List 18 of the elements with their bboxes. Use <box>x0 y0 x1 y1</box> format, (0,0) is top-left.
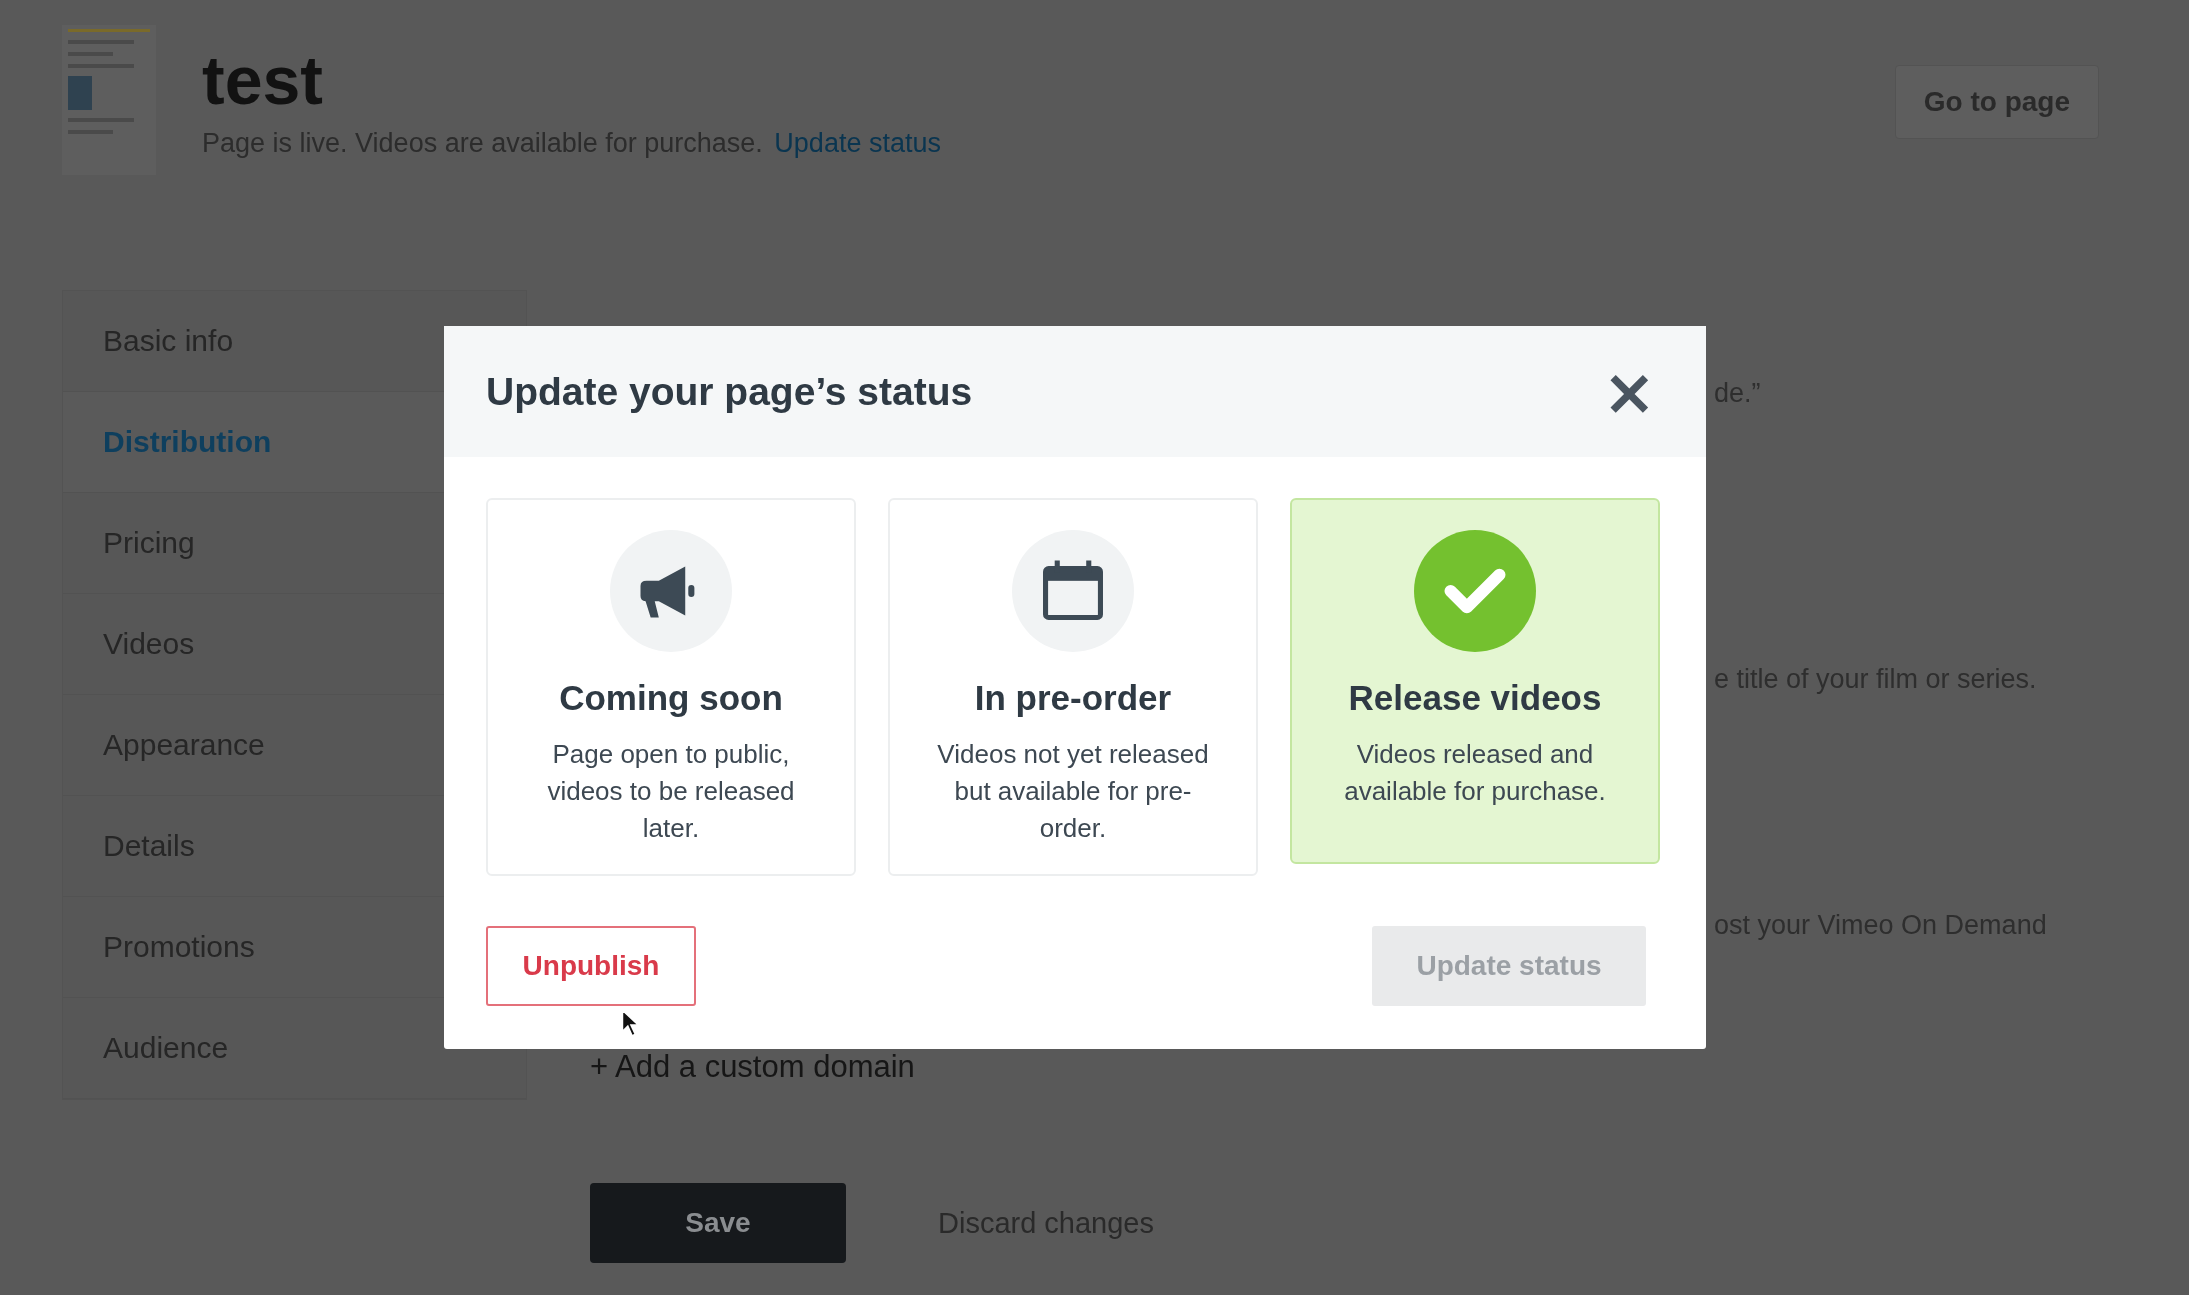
calendar-icon <box>1012 530 1134 652</box>
option-description: Page open to public, videos to be released later. <box>546 738 796 845</box>
add-custom-domain-link[interactable]: + Add a custom domain <box>590 1049 2189 1085</box>
option-description: Videos released and available for purchase. <box>1343 738 1607 808</box>
option-description: Videos not yet released but available for pre-order. <box>936 738 1210 845</box>
option-title: Release videos <box>1348 678 1602 718</box>
megaphone-icon <box>610 530 732 652</box>
status-option-card[interactable]: Coming soon Page open to public, videos to be released later. <box>486 498 856 876</box>
page-title: test <box>202 43 324 118</box>
status-option-card[interactable]: Release videos Videos released and available for purchase. <box>1290 498 1660 864</box>
update-status-link[interactable]: Update status <box>774 127 941 158</box>
close-button[interactable]: × <box>1594 359 1664 424</box>
option-title: Coming soon <box>559 678 783 718</box>
unpublish-button[interactable]: Unpublish <box>486 926 696 1006</box>
save-button[interactable]: Save <box>590 1183 846 1263</box>
status-option-card[interactable]: In pre-order Videos not yet released but available for pre-order. <box>888 498 1258 876</box>
option-title: In pre-order <box>974 678 1172 718</box>
checkmark-icon <box>1414 530 1536 652</box>
